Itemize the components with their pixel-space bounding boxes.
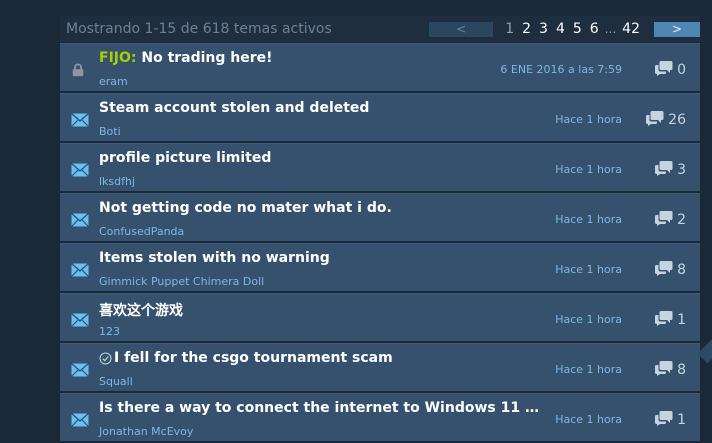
reply-count-value: 8 xyxy=(677,262,686,278)
comment-bubbles-icon xyxy=(655,410,677,430)
topic-title-text: No trading here! xyxy=(141,50,273,66)
page-link-6[interactable]: 6 xyxy=(590,21,599,37)
topic-last-post-time: Hace 1 hora xyxy=(555,213,622,226)
comment-bubbles-icon xyxy=(655,210,677,230)
topic-author[interactable]: 123 xyxy=(99,325,120,338)
comment-bubbles-icon xyxy=(655,360,677,380)
reply-count: 26 xyxy=(646,110,686,130)
page-link-2[interactable]: 2 xyxy=(522,21,531,37)
reply-count: 0 xyxy=(655,60,686,80)
topic-title[interactable]: Is there a way to connect the internet t… xyxy=(99,400,544,416)
envelope-icon xyxy=(71,362,89,377)
page-link-3[interactable]: 3 xyxy=(539,21,548,37)
topic-title[interactable]: profile picture limited xyxy=(99,150,271,166)
envelope-icon xyxy=(71,212,89,227)
lock-icon xyxy=(71,62,87,77)
reply-count-value: 26 xyxy=(668,112,686,128)
topic-last-post-time: Hace 1 hora xyxy=(555,113,622,126)
sticky-prefix: FIJO: xyxy=(99,50,137,66)
page-link-4[interactable]: 4 xyxy=(556,21,565,37)
topic-title[interactable]: Items stolen with no warning xyxy=(99,250,330,266)
page-numbers: 1 2 3 4 5 6... 42 xyxy=(501,21,644,37)
topic-last-post-time: 6 ENE 2016 a las 7:59 xyxy=(500,63,622,76)
page-link-5[interactable]: 5 xyxy=(573,21,582,37)
reply-count: 3 xyxy=(655,160,686,180)
topic-title[interactable]: Not getting code no mater what i do. xyxy=(99,200,392,216)
page-link-42[interactable]: 42 xyxy=(622,21,640,37)
topic-title-text: Not getting code no mater what i do. xyxy=(99,200,392,216)
topic-title-text: Items stolen with no warning xyxy=(99,250,330,266)
topic-row[interactable]: Not getting code no mater what i do. Conf… xyxy=(60,193,700,241)
envelope-icon xyxy=(71,412,89,427)
topic-row[interactable]: I fell for the csgo tournament scam Squal… xyxy=(60,343,700,391)
prev-page-button[interactable]: < xyxy=(429,21,494,37)
topic-title-text: Is there a way to connect the internet t… xyxy=(99,400,544,416)
topic-author[interactable]: lksdfhj xyxy=(99,175,135,188)
comment-bubbles-icon xyxy=(655,310,677,330)
topic-title-text: Steam account stolen and deleted xyxy=(99,100,370,116)
topic-list: FIJO: No trading here! eram 6 ENE 2016 a l… xyxy=(60,43,700,441)
topic-row[interactable]: 喜欢这个游戏 123 Hace 1 hora 1 xyxy=(60,293,700,341)
envelope-icon xyxy=(71,112,89,127)
reply-count: 8 xyxy=(655,260,686,280)
topic-last-post-time: Hace 1 hora xyxy=(555,363,622,376)
topic-title[interactable]: FIJO: No trading here! xyxy=(99,50,273,66)
reply-count-value: 2 xyxy=(677,212,686,228)
reply-count-value: 1 xyxy=(677,412,686,428)
topic-title-text: profile picture limited xyxy=(99,150,272,166)
topic-title[interactable]: I fell for the csgo tournament scam xyxy=(99,350,393,366)
reply-count-value: 8 xyxy=(677,362,686,378)
topic-row[interactable]: Steam account stolen and deleted Boti Hace… xyxy=(60,93,700,141)
envelope-icon xyxy=(71,262,89,277)
topic-count-summary: Mostrando 1-15 de 618 temas activos xyxy=(66,21,332,37)
topic-author[interactable]: Boti xyxy=(99,125,121,138)
reply-count: 8 xyxy=(655,360,686,380)
topic-author[interactable]: ConfusedPanda xyxy=(99,225,184,238)
reply-count: 1 xyxy=(655,310,686,330)
reply-count: 2 xyxy=(655,210,686,230)
topic-last-post-time: Hace 1 hora xyxy=(555,413,622,426)
page-ellipsis: ... xyxy=(604,22,617,36)
topic-last-post-time: Hace 1 hora xyxy=(555,263,622,276)
topic-title[interactable]: Steam account stolen and deleted xyxy=(99,100,369,116)
envelope-icon xyxy=(71,162,89,177)
topic-last-post-time: Hace 1 hora xyxy=(555,163,622,176)
topic-row[interactable]: Is there a way to connect the internet t… xyxy=(60,393,700,441)
topic-author[interactable]: Gimmick Puppet Chimera Doll xyxy=(99,275,264,288)
envelope-icon xyxy=(71,312,89,327)
page-link-1: 1 xyxy=(505,21,515,37)
topic-title[interactable]: 喜欢这个游戏 xyxy=(99,300,183,320)
topic-title-text: 喜欢这个游戏 xyxy=(99,303,183,319)
topic-row[interactable]: FIJO: No trading here! eram 6 ENE 2016 a l… xyxy=(60,43,700,91)
topic-row[interactable]: profile picture limited lksdfhj Hace 1 hor… xyxy=(60,143,700,191)
topic-last-post-time: Hace 1 hora xyxy=(555,313,622,326)
next-page-button[interactable]: > xyxy=(654,21,700,37)
topic-author[interactable]: Squall xyxy=(99,375,133,388)
forum-topic-list: Mostrando 1-15 de 618 temas activos < 12… xyxy=(60,16,700,443)
reply-count-value: 1 xyxy=(677,312,686,328)
topic-title-text: I fell for the csgo tournament scam xyxy=(114,350,393,366)
reply-count-value: 0 xyxy=(677,62,686,78)
comment-bubbles-icon xyxy=(655,260,677,280)
answered-check-icon xyxy=(99,352,112,364)
pagination: < 1 2 3 4 5 6... 42 > xyxy=(429,16,700,42)
comment-bubbles-icon xyxy=(655,160,677,180)
comment-bubbles-icon xyxy=(655,60,677,80)
topic-author[interactable]: Jonathan McEvoy xyxy=(99,425,193,438)
topic-row[interactable]: Items stolen with no warning Gimmick Pupp… xyxy=(60,243,700,291)
comment-bubbles-icon xyxy=(646,110,668,130)
topic-author[interactable]: eram xyxy=(99,75,128,88)
forum-header-bar: Mostrando 1-15 de 618 temas activos < 12… xyxy=(60,16,700,42)
reply-count-value: 3 xyxy=(677,162,686,178)
reply-count: 1 xyxy=(655,410,686,430)
